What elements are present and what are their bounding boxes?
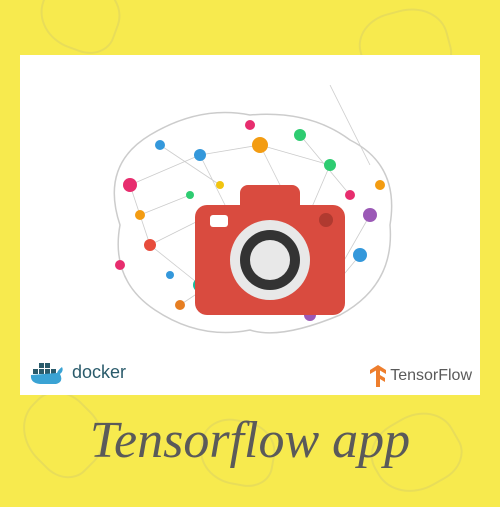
page-title: Tensorflow app <box>0 411 500 470</box>
tensorflow-icon <box>368 365 388 387</box>
tensorflow-logo: TensorFlow <box>368 365 472 387</box>
docker-logo: docker <box>28 357 126 387</box>
docker-text: docker <box>72 362 126 383</box>
camera-icon <box>195 185 345 315</box>
main-panel: docker TensorFlow <box>20 55 480 395</box>
tensorflow-text: TensorFlow <box>390 367 472 385</box>
docker-whale-icon <box>28 357 68 387</box>
